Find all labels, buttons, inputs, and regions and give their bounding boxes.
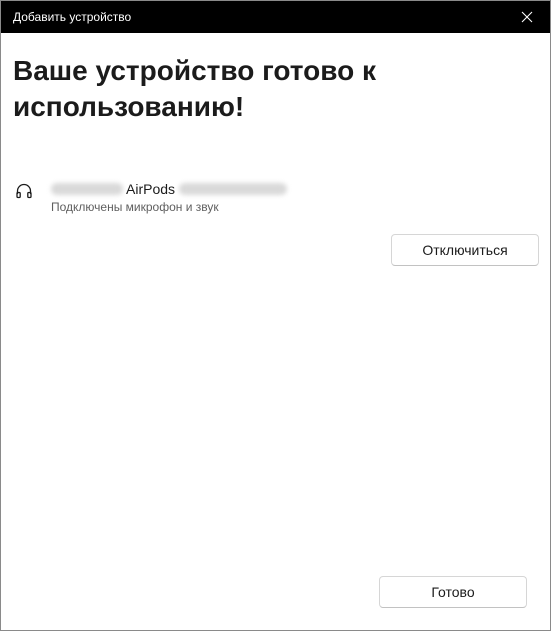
window-title: Добавить устройство <box>13 10 132 24</box>
device-status: Подключены микрофон и звук <box>51 200 219 214</box>
done-button[interactable]: Готово <box>379 576 527 608</box>
disconnect-button[interactable]: Отключиться <box>391 234 539 266</box>
device-item: AirPods Подключены микрофон и звук <box>15 179 415 219</box>
close-icon <box>521 11 533 23</box>
title-bar: Добавить устройство <box>1 1 550 33</box>
page-title: Ваше устройство готово к использованию! <box>13 55 376 122</box>
redacted-text-left <box>51 183 123 195</box>
redacted-text-right <box>179 183 288 195</box>
device-name-line: AirPods <box>51 179 288 199</box>
device-name: AirPods <box>126 181 176 197</box>
add-device-dialog: Добавить устройство Ваше устройство гото… <box>0 0 551 631</box>
headphones-icon <box>16 183 32 199</box>
close-button[interactable] <box>504 1 550 33</box>
